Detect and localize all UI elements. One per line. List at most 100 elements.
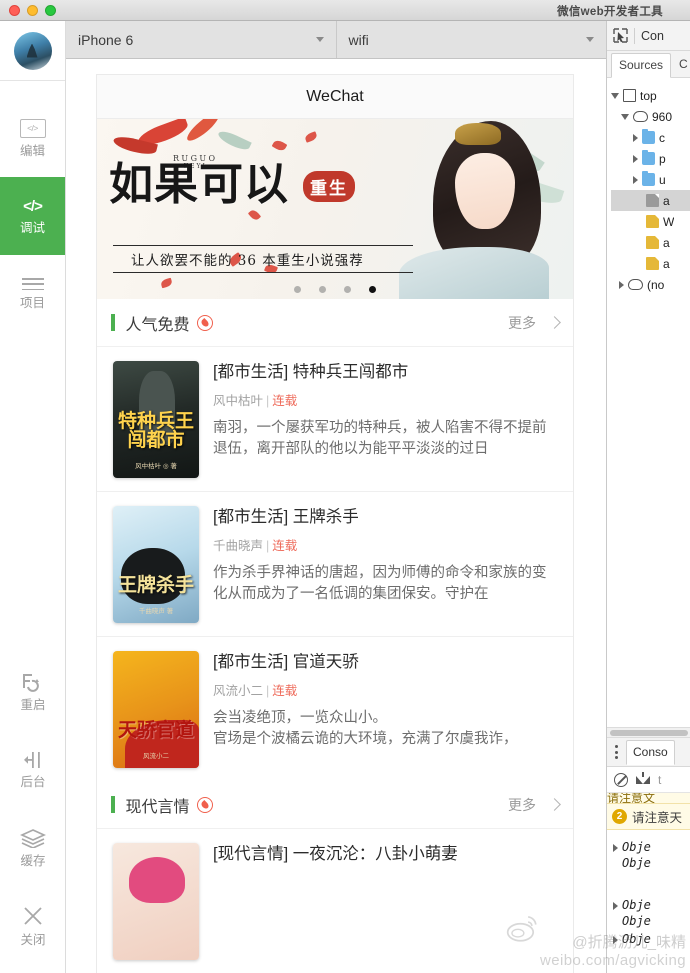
book-cover: 特种兵王 闯都市 风中枯叶 ◎ 著 <box>113 361 199 478</box>
tree-node-folder[interactable]: u <box>611 169 690 190</box>
tab-sources[interactable]: Sources <box>611 53 672 78</box>
list-item[interactable]: 王牌杀手 千曲晓声 著 [都市生活] 王牌杀手 千曲晓声 | 连载 作为杀手界神话的… <box>97 492 573 637</box>
list-item[interactable]: [现代言情] 一夜沉沦：八卦小萌妻 <box>97 829 573 973</box>
tree-node-label: a <box>663 235 670 250</box>
tree-node-label: 960 <box>652 109 673 124</box>
device-select-value: iPhone 6 <box>78 31 134 48</box>
chevron-right-icon[interactable] <box>633 154 638 163</box>
book-cover-author: 千曲晓声 著 <box>138 608 174 615</box>
tree-node-no-domain[interactable]: (no <box>611 274 690 295</box>
filter-icon[interactable] <box>636 771 650 784</box>
inspect-cursor-icon[interactable] <box>613 28 628 43</box>
sidebar-item-label: 重启 <box>20 698 46 713</box>
sidebar-bottom-nav: 重启 后台 缓存 关闭 <box>0 653 66 973</box>
section-header-popular-free: 人气免费 更多 <box>97 299 573 347</box>
chevron-right-icon <box>548 316 561 329</box>
tab-console-drawer[interactable]: Conso <box>626 740 675 765</box>
sidebar-item-label: 编辑 <box>19 143 45 158</box>
banner-carousel[interactable]: RUGUO KEYI 如果可以 重生 让人欲罢不能的 36 本重生小说强荐 <box>97 119 573 299</box>
sidebar-item-restart[interactable]: 重启 <box>0 653 66 731</box>
sidebar-item-label: 项目 <box>19 296 45 311</box>
console-clipped-message: 请注意文 <box>607 793 690 803</box>
lines-icon <box>21 278 44 291</box>
sidebar-item-background[interactable]: 后台 <box>0 731 66 809</box>
expand-arrow-icon[interactable] <box>613 844 618 852</box>
phone-navbar: WeChat <box>97 75 573 119</box>
carousel-dot[interactable] <box>344 286 351 293</box>
sidebar-item-debug[interactable]: </> 调试 <box>0 177 65 255</box>
tree-node-folder[interactable]: p <box>611 148 690 169</box>
tree-node-label: p <box>659 151 666 166</box>
window-title: 微信web开发者工具 <box>557 6 663 18</box>
fire-icon <box>196 796 213 813</box>
book-info: [都市生活] 王牌杀手 千曲晓声 | 连载 作为杀手界神话的唐超，因为师傅的命令和家… <box>213 506 559 623</box>
chevron-right-icon[interactable] <box>633 133 638 142</box>
section-accent-bar <box>111 314 115 331</box>
expand-arrow-icon[interactable] <box>613 936 618 944</box>
list-item[interactable]: 特种兵王 闯都市 风中枯叶 ◎ 著 [都市生活] 特种兵王闯都市 风中枯叶 | 连载 … <box>97 347 573 492</box>
console-log-group: Obje Obje <box>607 830 690 871</box>
tab-console[interactable]: C <box>671 52 690 77</box>
tree-node-label: c <box>659 130 665 145</box>
banner-subtitle: 让人欲罢不能的 36 本重生小说强荐 <box>113 245 413 273</box>
section-title: 人气免费 <box>125 316 190 334</box>
tree-node-file-selected[interactable]: a <box>611 190 690 211</box>
console-log-row[interactable]: Obje Obje <box>613 897 690 929</box>
sidebar-item-cache[interactable]: 缓存 <box>0 809 66 887</box>
folder-icon <box>642 149 655 165</box>
tree-node-folder[interactable]: c <box>611 127 690 148</box>
carousel-dot-active[interactable] <box>369 286 376 293</box>
chevron-right-icon <box>548 798 561 811</box>
section-more-link[interactable]: 更多 <box>508 795 561 815</box>
tree-node-label: (no <box>647 277 665 292</box>
devtools-panel: Con Sources C top 960 c p u a W a a (no … <box>606 21 690 973</box>
console-drawer: Conso t 请注意文 2 请注意天 Obje Obje Obje Obje … <box>607 727 690 947</box>
cloud-icon <box>628 279 643 290</box>
tree-node-file[interactable]: a <box>611 253 690 274</box>
console-log-row[interactable]: Obje <box>613 931 690 947</box>
tree-node-file[interactable]: a <box>611 232 690 253</box>
device-select[interactable]: iPhone 6 <box>66 21 337 58</box>
section-more-link[interactable]: 更多 <box>508 313 561 333</box>
console-object-label: Obje <box>622 856 651 870</box>
banner-stamp: 重生 <box>303 171 355 202</box>
carousel-dot[interactable] <box>319 286 326 293</box>
network-select[interactable]: wifi <box>336 21 606 58</box>
book-info: [都市生活] 官道天骄 风流小二 | 连载 会当凌绝顶，一览众山小。 官场是个波橘云诡… <box>213 651 559 768</box>
chevron-down-icon[interactable] <box>621 113 629 120</box>
background-icon <box>24 752 40 769</box>
sidebar-item-edit[interactable]: </> 编辑 <box>0 99 65 177</box>
carousel-dot[interactable] <box>294 286 301 293</box>
more-label: 更多 <box>508 796 536 813</box>
chevron-right-icon[interactable] <box>633 175 638 184</box>
book-title: [现代言情] 一夜沉沦：八卦小萌妻 <box>213 845 458 863</box>
console-warning-row[interactable]: 2 请注意天 <box>607 803 690 830</box>
book-meta: 千曲晓声 | 连载 <box>213 538 298 553</box>
sources-file-tree: top 960 c p u a W a a (no <box>607 78 690 295</box>
warning-message: 请注意天 <box>632 811 683 825</box>
list-item[interactable]: 天骄官道 风流小二 [都市生活] 官道天骄 风流小二 | 连载 会当凌绝顶，一览众山… <box>97 637 573 781</box>
console-log-row[interactable]: Obje Obje <box>613 839 690 871</box>
simulator-toolbar: iPhone 6 wifi <box>66 21 606 59</box>
chevron-down-icon[interactable] <box>611 92 619 99</box>
chevron-right-icon[interactable] <box>619 280 624 289</box>
book-description: 南羽，一个屡获军功的特种兵，被人陷害不得不提前退伍，离开部队的他以为能平平淡淡的… <box>213 419 547 458</box>
section-header-modern-romance: 现代言情 更多 <box>97 781 573 829</box>
clear-console-icon[interactable] <box>614 772 628 787</box>
horizontal-scrollbar[interactable] <box>607 727 690 738</box>
book-author: 千曲晓声 <box>213 538 264 553</box>
tree-node-domain[interactable]: 960 <box>611 106 690 127</box>
book-cover-title: 天骄官道 <box>118 719 195 741</box>
more-options-icon[interactable] <box>612 745 621 759</box>
sidebar-item-close[interactable]: 关闭 <box>0 887 66 965</box>
tree-node-file[interactable]: W <box>611 211 690 232</box>
sidebar-item-project[interactable]: 项目 <box>0 255 65 333</box>
devtools-toolbar: Con <box>607 21 690 51</box>
network-select-value: wifi <box>348 31 369 48</box>
layers-icon <box>20 828 46 848</box>
console-filter-input[interactable]: t <box>658 773 661 787</box>
tree-node-top[interactable]: top <box>611 85 690 106</box>
expand-arrow-icon[interactable] <box>613 902 618 910</box>
avatar[interactable] <box>13 31 52 70</box>
sidebar-item-label: 后台 <box>20 775 46 790</box>
